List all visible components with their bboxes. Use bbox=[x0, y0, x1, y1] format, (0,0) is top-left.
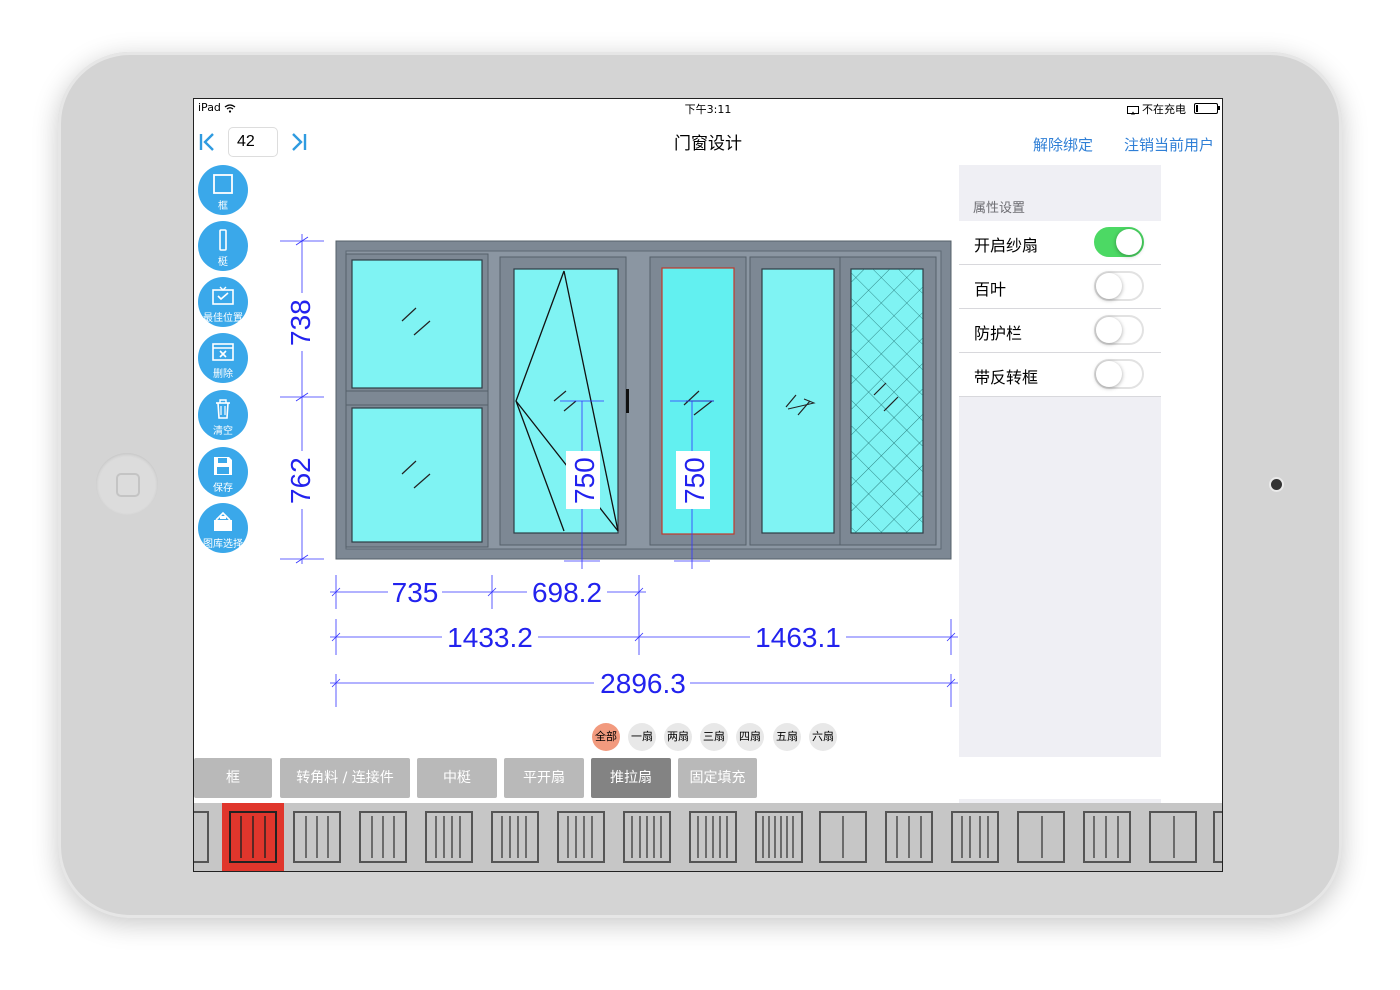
filter-four-sash[interactable]: 四扇 bbox=[736, 723, 764, 751]
window-drawing: 738 762 750 750 735 698.2 1433.2 1463.1 … bbox=[280, 234, 958, 707]
camera-icon bbox=[1271, 479, 1282, 490]
home-square-icon bbox=[116, 473, 140, 497]
dim-row2-a: 1433.2 bbox=[447, 622, 533, 653]
unbind-button[interactable]: 解除绑定 bbox=[1033, 134, 1093, 155]
reverse-frame-toggle[interactable] bbox=[1094, 359, 1144, 389]
screen-sash-toggle[interactable] bbox=[1094, 227, 1144, 257]
option-screen-sash: 开启纱扇 bbox=[959, 221, 1161, 265]
option-label: 防护栏 bbox=[974, 324, 1023, 343]
option-label: 开启纱扇 bbox=[974, 236, 1039, 255]
dim-row2-b: 1463.1 bbox=[755, 622, 841, 653]
option-reverse-frame: 带反转框 bbox=[959, 353, 1161, 397]
filter-six-sash[interactable]: 六扇 bbox=[809, 723, 837, 751]
template-thumbnails[interactable] bbox=[194, 803, 1223, 872]
dim-sash-height-2: 750 bbox=[679, 457, 710, 504]
logout-button[interactable]: 注销当前用户 bbox=[1124, 134, 1214, 155]
dim-total: 2896.3 bbox=[600, 668, 686, 699]
glass-pane-top-left bbox=[351, 259, 483, 389]
glass-pane-sliding-2 bbox=[761, 268, 835, 534]
screen: iPad 下午3:11 不在充电 门窗设计 解除绑定 注销当前用户 bbox=[193, 98, 1223, 872]
filter-five-sash[interactable]: 五扇 bbox=[773, 723, 801, 751]
dim-row1-b: 698.2 bbox=[532, 577, 602, 608]
panel-header: 属性设置 bbox=[973, 201, 1026, 216]
dim-left-bottom: 762 bbox=[285, 457, 316, 504]
horizontal-transom bbox=[345, 390, 489, 406]
template-strip bbox=[194, 803, 1223, 872]
option-label: 百叶 bbox=[974, 280, 1007, 299]
option-label: 带反转框 bbox=[974, 368, 1039, 387]
screen-mirror-icon bbox=[1126, 105, 1139, 114]
louver-toggle[interactable] bbox=[1094, 271, 1144, 301]
filter-all[interactable]: 全部 bbox=[592, 723, 620, 751]
option-louver: 百叶 bbox=[959, 265, 1161, 309]
tab-frame[interactable]: 框 bbox=[194, 758, 272, 798]
guard-rail-toggle[interactable] bbox=[1094, 315, 1144, 345]
tab-fixed-fill[interactable]: 固定填充 bbox=[678, 758, 757, 798]
tab-mullion[interactable]: 中梃 bbox=[417, 758, 497, 798]
filter-one-sash[interactable]: 一扇 bbox=[628, 723, 656, 751]
charging-status: 不在充电 bbox=[1126, 101, 1186, 117]
glass-pane-bottom-left bbox=[351, 407, 483, 543]
option-guard-rail: 防护栏 bbox=[959, 309, 1161, 353]
dim-sash-height-1: 750 bbox=[569, 457, 600, 504]
home-button[interactable] bbox=[96, 453, 158, 515]
filter-three-sash[interactable]: 三扇 bbox=[700, 723, 728, 751]
properties-panel: 属性设置 开启纱扇 百叶 防护栏 带反转框 bbox=[959, 165, 1161, 757]
tab-casement-sash[interactable]: 平开扇 bbox=[504, 758, 584, 798]
dim-row1-a: 735 bbox=[392, 577, 439, 608]
tab-sliding-sash[interactable]: 推拉扇 bbox=[591, 758, 671, 798]
filter-two-sash[interactable]: 两扇 bbox=[664, 723, 692, 751]
battery-icon bbox=[1194, 103, 1220, 114]
dim-left-top: 738 bbox=[285, 299, 316, 346]
tab-corner-connector[interactable]: 转角料 / 连接件 bbox=[280, 758, 410, 798]
